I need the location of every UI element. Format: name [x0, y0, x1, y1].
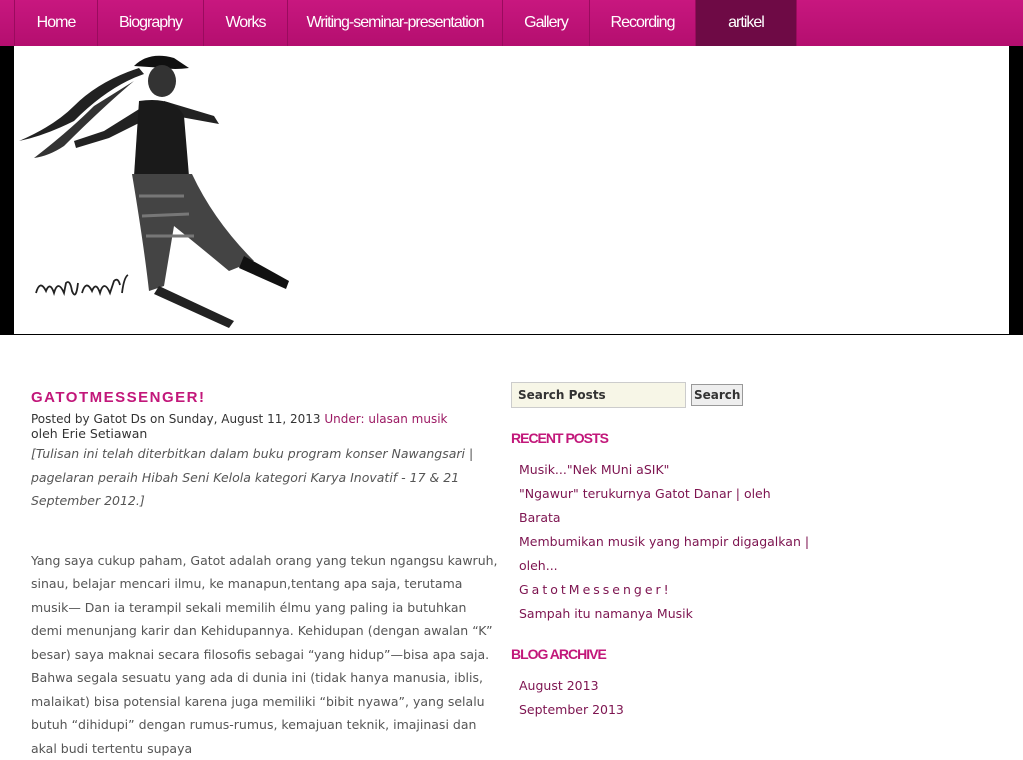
archive-item[interactable]: September 2013 — [519, 698, 811, 722]
recent-posts-title: RECENT POSTS — [511, 430, 811, 446]
post-category-link[interactable]: ulasan musik — [368, 412, 447, 426]
post-body: Yang saya cukup paham, Gatot adalah oran… — [31, 549, 501, 760]
post-under-label: Under: — [324, 412, 364, 426]
recent-post-item[interactable]: Sampah itu namanya Musik — [519, 602, 811, 626]
post-byline: oleh Erie Setiawan — [31, 426, 501, 442]
main-nav: Home Biography Works Writing-seminar-pre… — [0, 0, 1023, 46]
search-form: Search — [511, 382, 811, 408]
recent-post-item[interactable]: GatotMessenger! — [519, 578, 811, 602]
javanese-signature-icon — [34, 271, 129, 303]
recent-post-item[interactable]: Membumikan musik yang hampir digagalkan … — [519, 530, 811, 578]
blog-post: GATOTMESSENGER! Posted by Gatot Ds on Su… — [31, 388, 501, 760]
nav-works[interactable]: Works — [204, 0, 288, 46]
post-title[interactable]: GATOTMESSENGER! — [31, 388, 501, 408]
sidebar: Search RECENT POSTS Musik..."Nek MUni aS… — [511, 382, 811, 722]
recent-posts-list: Musik..."Nek MUni aSIK" "Ngawur" terukur… — [511, 458, 811, 626]
blog-archive-list: August 2013 September 2013 — [511, 674, 811, 722]
recent-post-item[interactable]: Musik..."Nek MUni aSIK" — [519, 458, 811, 482]
nav-biography[interactable]: Biography — [98, 0, 204, 46]
post-meta-author-date: Posted by Gatot Ds on Sunday, August 11,… — [31, 412, 321, 426]
archive-item[interactable]: August 2013 — [519, 674, 811, 698]
nav-gallery[interactable]: Gallery — [503, 0, 590, 46]
nav-home[interactable]: Home — [14, 0, 98, 46]
nav-artikel[interactable]: artikel — [696, 0, 797, 46]
nav-writing-seminar-presentation[interactable]: Writing-seminar-presentation — [288, 0, 503, 46]
recent-post-item[interactable]: "Ngawur" terukurnya Gatot Danar | oleh B… — [519, 482, 811, 530]
search-input[interactable] — [511, 382, 686, 408]
nav-recording[interactable]: Recording — [590, 0, 696, 46]
search-button[interactable]: Search — [691, 384, 743, 406]
post-note: [Tulisan ini telah diterbitkan dalam buk… — [31, 442, 501, 513]
header-image[interactable] — [14, 46, 1009, 334]
post-meta: Posted by Gatot Ds on Sunday, August 11,… — [31, 412, 501, 426]
blog-archive-title: BLOG ARCHIVE — [511, 646, 811, 662]
